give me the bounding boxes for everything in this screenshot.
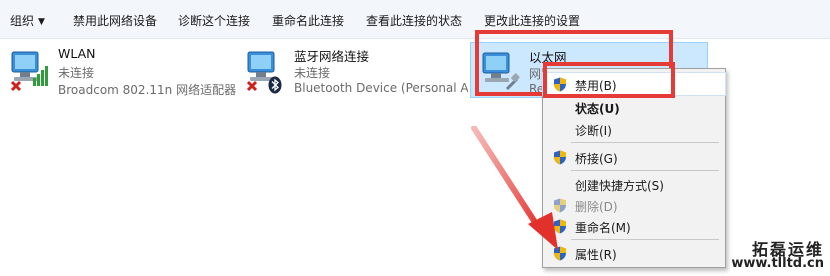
adapter-name: WLAN [58, 46, 96, 61]
menu-item-label: 诊断(I) [575, 124, 612, 138]
rename-connection-button[interactable]: 重命名此连接 [272, 12, 344, 29]
adapter-name: 以太网 [529, 50, 567, 65]
menu-item-delete: 删除(D) [543, 194, 725, 216]
menu-item-properties[interactable]: 属性(R) [543, 242, 725, 264]
adapter-bluetooth[interactable]: 蓝牙网络连接 未连接 Bluetooth Device (Personal Ar… [236, 42, 468, 96]
menu-separator [571, 239, 719, 240]
watermark: 拓磊运维 www.tlltd.cn [720, 236, 830, 276]
menu-item-bridge[interactable]: 桥接(G) [543, 146, 725, 168]
menu-item-label: 创建快捷方式(S) [575, 179, 664, 193]
menu-item-label: 桥接(G) [575, 152, 618, 166]
menu-item-status[interactable]: 状态(U) [543, 96, 725, 118]
chevron-down-icon: ▼ [38, 17, 45, 27]
adapter-device: Bluetooth Device (Personal Ar... [294, 81, 468, 95]
ethernet-adapter-icon [482, 52, 520, 91]
disconnected-x-icon [10, 80, 22, 92]
adapter-wlan[interactable]: WLAN 未连接 Broadcom 802.11n 网络适配器 [0, 42, 236, 97]
menu-item-label: 重命名(M) [575, 221, 631, 235]
menu-item-create-shortcut[interactable]: 创建快捷方式(S) [543, 173, 725, 195]
change-settings-button[interactable]: 更改此连接的设置 [484, 12, 580, 29]
menu-item-label: 属性(R) [575, 248, 617, 262]
adapter-status: 网 [529, 67, 542, 81]
menu-item-rename[interactable]: 重命名(M) [543, 215, 725, 237]
adapter-device: Broadcom 802.11n 网络适配器 [58, 83, 237, 97]
watermark-url: www.tlltd.cn [731, 256, 824, 271]
organize-menu[interactable]: 组织 ▼ [10, 12, 45, 29]
adapter-status: 未连接 [294, 66, 331, 80]
adapter-name: 蓝牙网络连接 [294, 49, 370, 64]
menu-separator [571, 142, 719, 143]
adapter-status: 未连接 [58, 66, 95, 80]
menu-item-label: 状态(U) [575, 102, 620, 116]
organize-label: 组织 [10, 14, 35, 28]
uac-shield-icon [554, 77, 566, 92]
command-bar: 组织 ▼ 禁用此网络设备 诊断这个连接 重命名此连接 查看此连接的状态 更改此连接… [0, 0, 830, 39]
menu-separator [571, 170, 719, 171]
menu-item-label: 删除(D) [575, 200, 618, 214]
disable-device-button[interactable]: 禁用此网络设备 [73, 12, 157, 29]
menu-item-disable[interactable]: 禁用(B) [542, 72, 726, 96]
disconnected-x-icon [246, 80, 258, 92]
menu-item-label: 禁用(B) [575, 79, 617, 93]
diagnose-connection-button[interactable]: 诊断这个连接 [178, 12, 250, 29]
view-status-button[interactable]: 查看此连接的状态 [366, 12, 462, 29]
red-arrow-annotation [471, 126, 558, 250]
bluetooth-icon [268, 76, 282, 94]
menu-item-diagnose[interactable]: 诊断(I) [543, 118, 725, 140]
